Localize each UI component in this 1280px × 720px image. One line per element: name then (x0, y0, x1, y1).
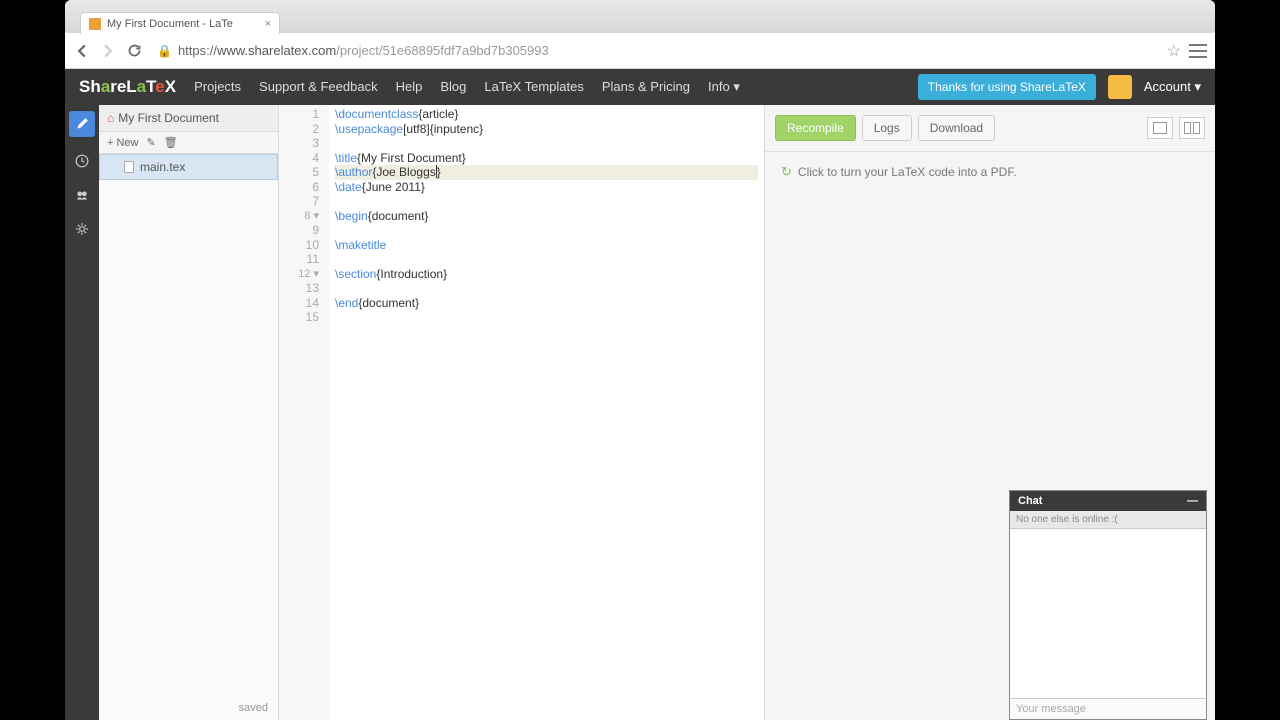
url-bar[interactable]: 🔒 https://www.sharelatex.com/project/51e… (151, 39, 1159, 63)
favicon-icon (89, 18, 101, 30)
bookmark-star-icon[interactable]: ☆ (1167, 41, 1181, 61)
view-single-icon[interactable] (1147, 117, 1173, 139)
browser-tab-strip: My First Document - LaTe × (65, 0, 1215, 33)
file-tree: ⌂ My First Document + New ✎ 🗑 main.tex s… (99, 105, 279, 720)
lock-icon: 🔒 (157, 44, 172, 58)
download-button[interactable]: Download (918, 115, 995, 141)
file-tree-toolbar: + New ✎ 🗑 (99, 132, 278, 154)
url-path: /project/51e68895fdf7a9bd7b305993 (336, 43, 549, 58)
file-item-main-tex[interactable]: main.tex (99, 154, 278, 180)
share-icon[interactable] (72, 185, 92, 205)
edit-icon[interactable] (69, 111, 95, 137)
settings-icon[interactable] (72, 219, 92, 239)
app-navbar: ShareLaTeX Projects Support & Feedback H… (65, 69, 1215, 105)
nav-templates[interactable]: LaTeX Templates (484, 79, 584, 95)
rename-icon[interactable]: ✎ (147, 136, 156, 149)
thanks-banner[interactable]: Thanks for using ShareLaTeX (918, 74, 1096, 100)
preview-hint: ↻ Click to turn your LaTeX code into a P… (765, 152, 1215, 192)
brand-logo[interactable]: ShareLaTeX (79, 77, 176, 97)
chat-status: No one else is online :( (1010, 511, 1206, 529)
history-icon[interactable] (72, 151, 92, 171)
account-menu[interactable]: Account ▾ (1144, 79, 1201, 95)
back-button[interactable] (73, 42, 91, 60)
nav-projects[interactable]: Projects (194, 79, 241, 95)
file-icon (124, 161, 134, 173)
project-header: ⌂ My First Document (99, 105, 278, 132)
nav-support[interactable]: Support & Feedback (259, 79, 378, 95)
new-button[interactable]: + New (107, 137, 139, 149)
url-scheme: https:// (178, 43, 217, 58)
home-icon: ⌂ (107, 111, 114, 125)
logs-button[interactable]: Logs (862, 115, 912, 141)
preview-toolbar: Recompile Logs Download (765, 105, 1215, 152)
nav-links: Projects Support & Feedback Help Blog La… (194, 79, 740, 95)
code-editor[interactable]: 12345678 ▾9101112 ▾131415 \documentclass… (279, 105, 765, 720)
browser-tab[interactable]: My First Document - LaTe × (80, 12, 280, 34)
chat-input[interactable]: Your message (1010, 699, 1206, 719)
nav-help[interactable]: Help (396, 79, 423, 95)
avatar[interactable] (1108, 75, 1132, 99)
nav-plans[interactable]: Plans & Pricing (602, 79, 690, 95)
recompile-button[interactable]: Recompile (775, 115, 856, 141)
hint-arrow-icon: ↻ (781, 164, 792, 180)
chat-panel: Chat — No one else is online :( Your mes… (1009, 490, 1207, 720)
chat-messages (1010, 529, 1206, 699)
reload-button[interactable] (125, 42, 143, 60)
url-host: www.sharelatex.com (217, 43, 336, 58)
browser-menu-button[interactable] (1189, 44, 1207, 58)
nav-info[interactable]: Info ▾ (708, 79, 740, 95)
browser-toolbar: 🔒 https://www.sharelatex.com/project/51e… (65, 33, 1215, 69)
delete-icon[interactable]: 🗑 (164, 136, 178, 149)
line-gutter: 12345678 ▾9101112 ▾131415 (279, 105, 329, 720)
chat-header[interactable]: Chat — (1010, 491, 1206, 511)
project-name: My First Document (118, 111, 219, 125)
file-name: main.tex (140, 160, 185, 174)
tab-title: My First Document - LaTe (107, 18, 233, 30)
nav-blog[interactable]: Blog (440, 79, 466, 95)
code-content[interactable]: \documentclass{article}\usepackage[utf8]… (329, 105, 764, 720)
chat-minimize-icon[interactable]: — (1187, 495, 1198, 507)
chat-title: Chat (1018, 495, 1042, 507)
forward-button[interactable] (99, 42, 117, 60)
view-split-icon[interactable] (1179, 117, 1205, 139)
save-status: saved (99, 696, 278, 720)
tab-close-icon[interactable]: × (265, 18, 271, 30)
browser-window: My First Document - LaTe × 🔒 https://www… (65, 0, 1215, 720)
left-iconbar (65, 105, 99, 720)
